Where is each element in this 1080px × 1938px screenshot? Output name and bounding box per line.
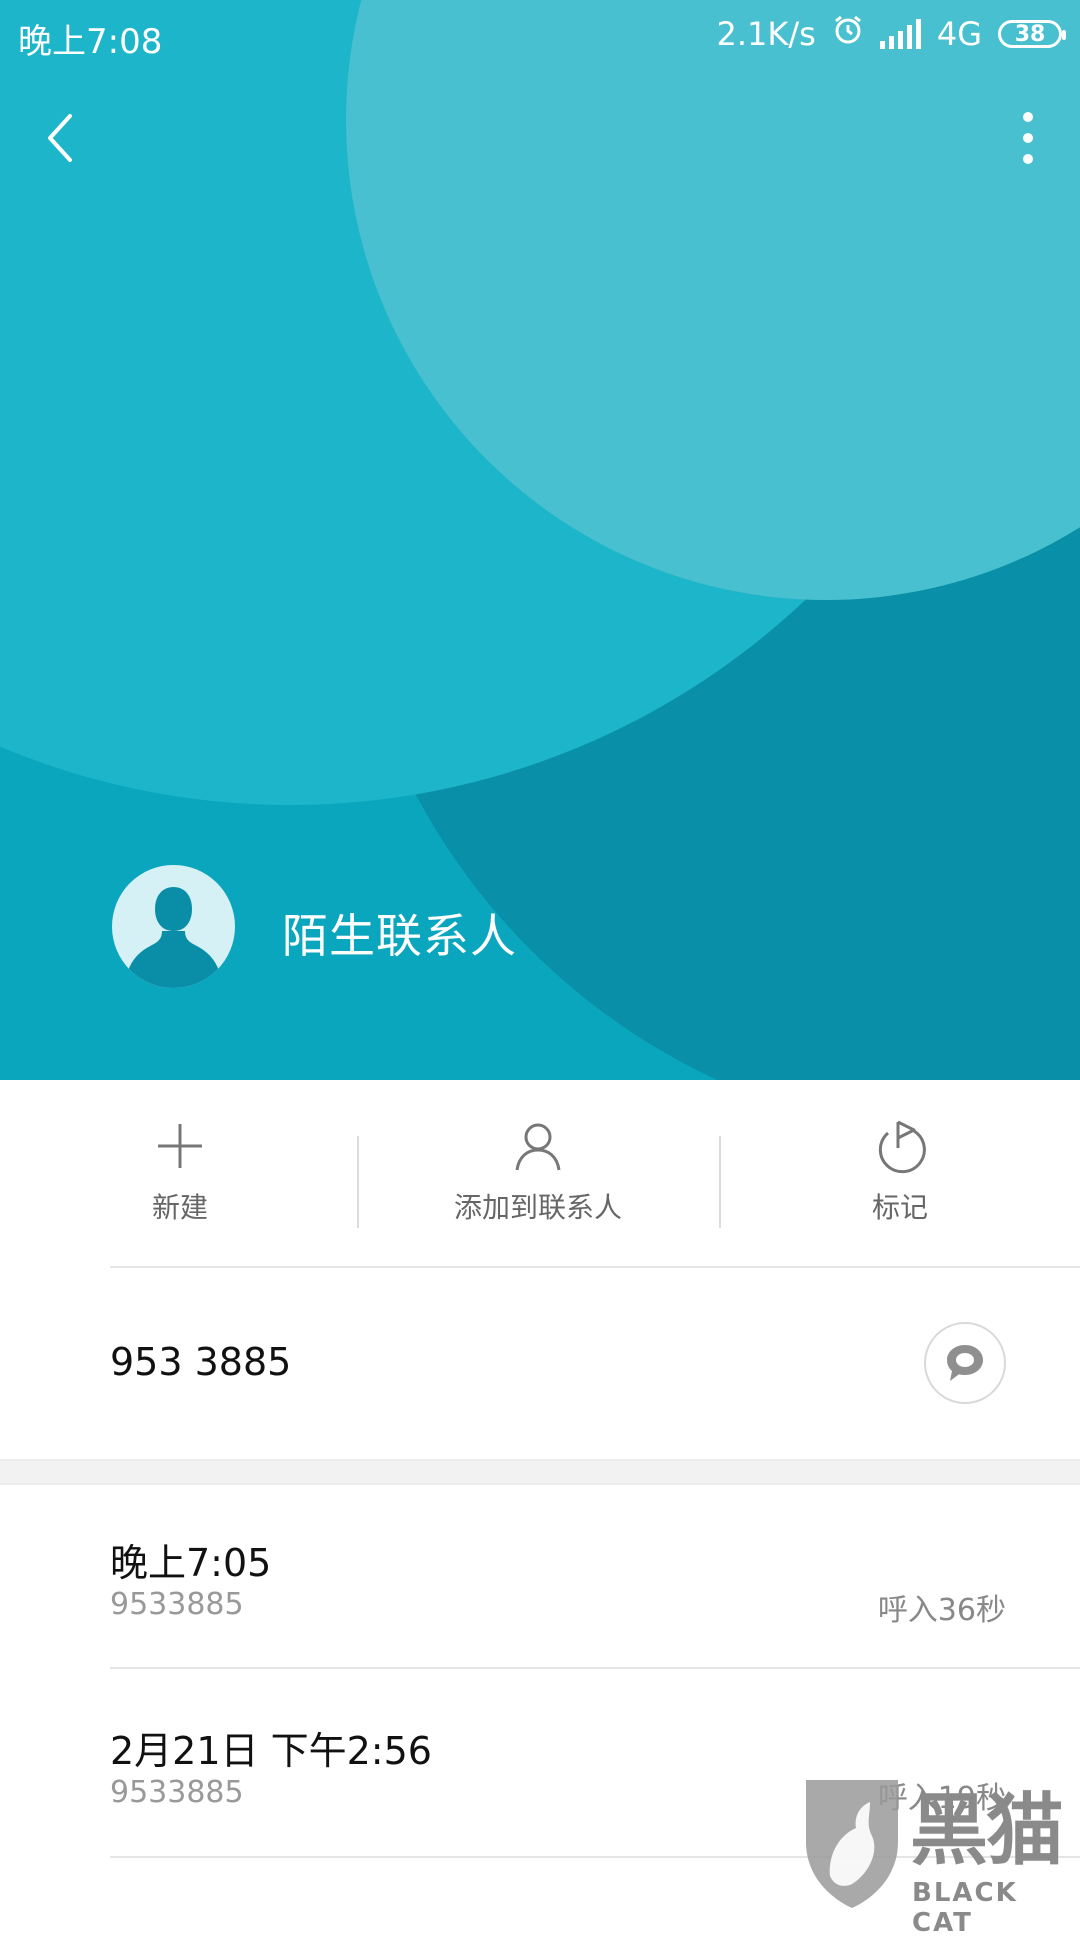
more-vertical-icon (1023, 112, 1033, 122)
back-button[interactable] (38, 110, 84, 166)
status-right: 2.1K/s 4G 38 (716, 14, 1066, 54)
action-divider (719, 1136, 721, 1228)
status-time: 晚上7:08 (18, 22, 163, 62)
network-type: 4G (936, 15, 982, 53)
call-log-number: 9533885 (110, 1587, 244, 1622)
row-divider (110, 1266, 1080, 1268)
person-icon (515, 1123, 561, 1171)
contact-name: 陌生联系人 (282, 909, 517, 963)
mark-button[interactable]: 标记 (720, 1080, 1080, 1267)
watermark-subtitle: BLACK CAT (912, 1878, 1018, 1938)
network-speed: 2.1K/s (716, 15, 816, 53)
new-button[interactable]: 新建 (0, 1080, 360, 1267)
message-button[interactable] (924, 1322, 1006, 1404)
signal-icon (879, 19, 921, 49)
call-log-duration: 呼入36秒 (877, 1593, 1006, 1628)
add-to-contacts-label: 添加到联系人 (453, 1191, 622, 1224)
watermark-title: 黑猫 (910, 1786, 1064, 1876)
flag-icon (878, 1120, 926, 1174)
person-silhouette-icon (128, 887, 219, 988)
call-log-number: 9533885 (110, 1775, 244, 1810)
call-log-time: 2月21日 下午2:56 (110, 1729, 432, 1773)
plus-icon (158, 1124, 202, 1168)
mark-label: 标记 (871, 1191, 928, 1224)
shield-cat-icon (806, 1780, 898, 1908)
phone-number[interactable]: 953 3885 (110, 1340, 291, 1384)
status-bar: 晚上7:08 2.1K/s 4G 38 (0, 0, 1080, 72)
action-divider (357, 1136, 359, 1228)
row-divider (110, 1667, 1080, 1669)
new-label: 新建 (151, 1191, 208, 1224)
black-cat-watermark: 黑猫 BLACK CAT (800, 1768, 1076, 1938)
action-row: 新建 添加到联系人 标记 (0, 1080, 1080, 1267)
avatar (112, 865, 235, 988)
more-button[interactable] (1018, 112, 1038, 164)
section-divider (0, 1459, 1080, 1485)
alarm-icon (832, 14, 864, 54)
add-to-contacts-button[interactable]: 添加到联系人 (358, 1080, 718, 1267)
message-bubble-icon (947, 1345, 983, 1381)
chevron-left-icon (48, 114, 72, 162)
call-log-time: 晚上7:05 (110, 1541, 272, 1585)
battery-level: 38 (1014, 21, 1046, 47)
battery-icon: 38 (998, 20, 1066, 48)
